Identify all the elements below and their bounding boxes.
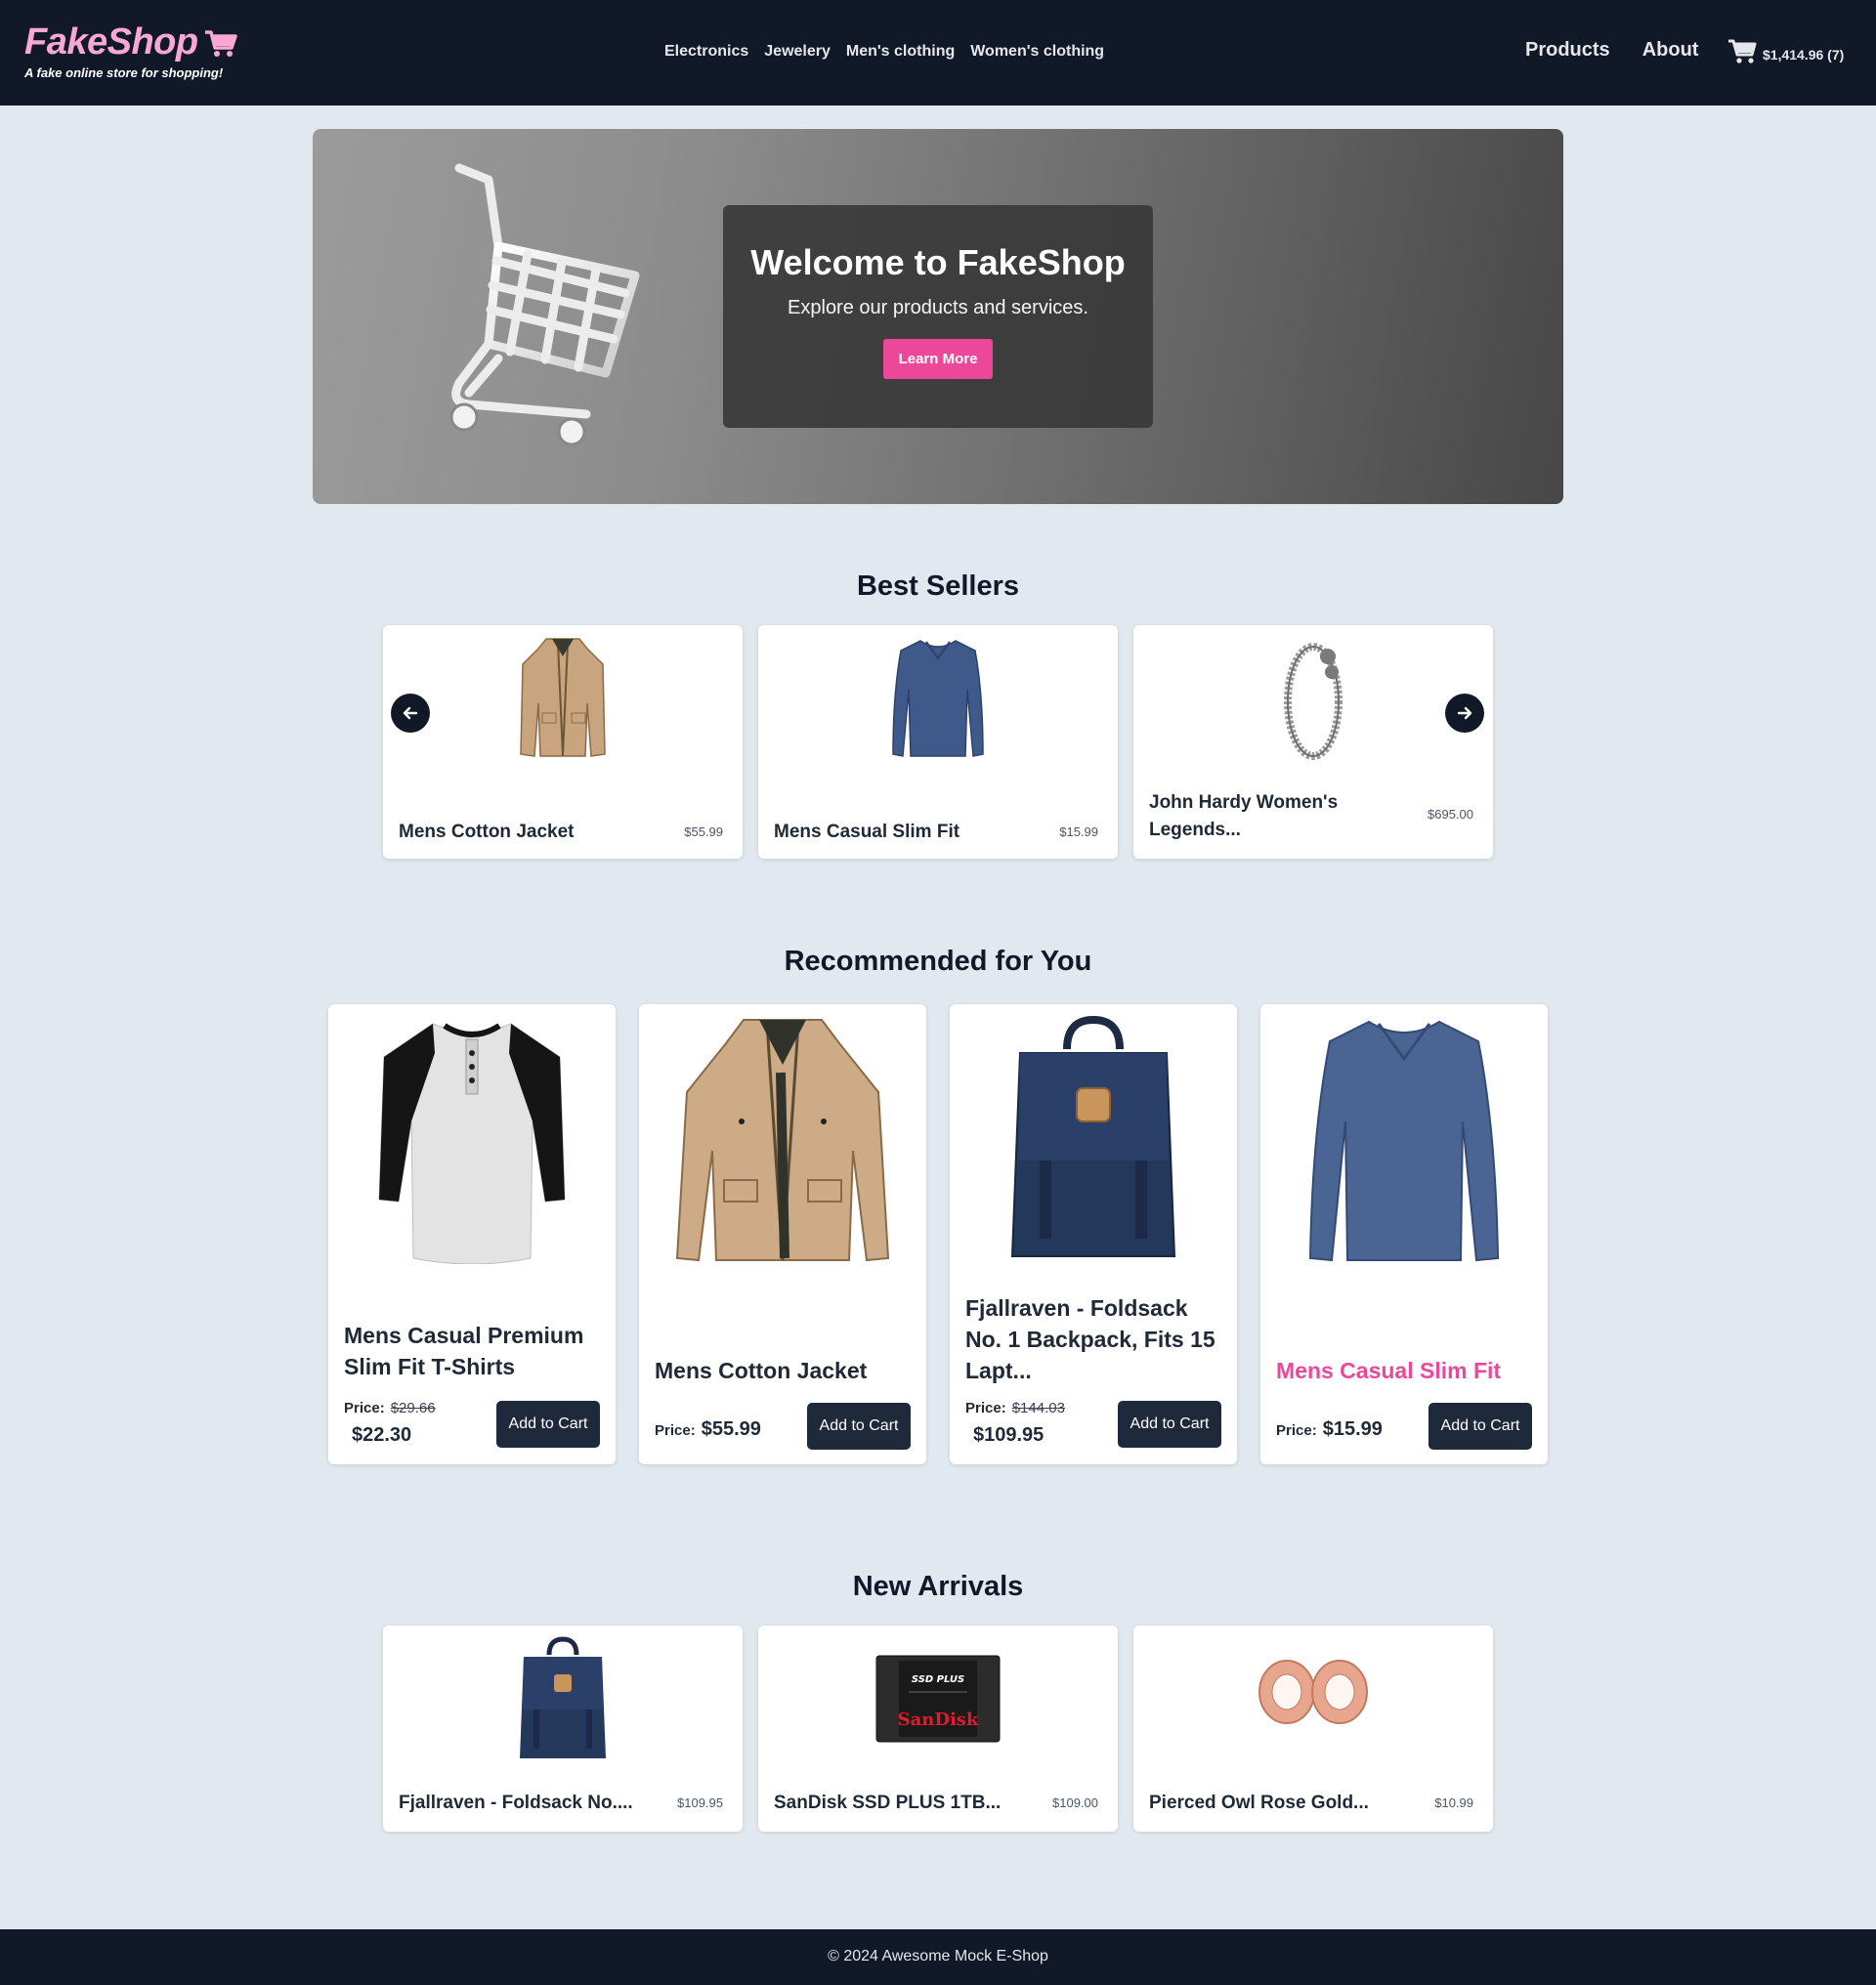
- new-arrivals-heading: New Arrivals: [852, 1571, 1024, 1602]
- original-price: $144.03: [1011, 1400, 1065, 1416]
- price-label: Price:: [655, 1422, 696, 1439]
- jacket-image: [675, 1019, 890, 1262]
- price-label: Price:: [1276, 1422, 1317, 1439]
- product-image: [1133, 635, 1493, 762]
- original-price: $29.66: [390, 1400, 436, 1416]
- nav-category-jewelery[interactable]: Jewelery: [764, 43, 831, 61]
- product-price: $15.99: [1322, 1418, 1383, 1440]
- learn-more-button[interactable]: Learn More: [882, 339, 994, 379]
- cart-icon: [1727, 39, 1757, 69]
- best-seller-card[interactable]: Mens Cotton Jacket $55.99: [383, 625, 743, 859]
- product-image: [1133, 1653, 1493, 1780]
- price-row: Price: $144.03: [965, 1400, 1065, 1416]
- product-price: $15.99: [1059, 824, 1098, 839]
- product-image[interactable]: [328, 1014, 616, 1264]
- nav-category-electronics[interactable]: Electronics: [664, 43, 748, 61]
- product-image: [383, 1635, 743, 1762]
- main-nav: Products About: [1525, 39, 1698, 62]
- nav-about-link[interactable]: About: [1642, 39, 1699, 62]
- product-name[interactable]: Fjallraven - Foldsack No....: [399, 1790, 633, 1817]
- backpack-image: [520, 1636, 606, 1758]
- rose-gold-plugs-image: [1258, 1660, 1368, 1724]
- product-price: $695.00: [1428, 807, 1473, 822]
- sale-price: $109.95: [973, 1424, 1045, 1446]
- raglan-tshirt-image: [378, 1023, 566, 1264]
- shopping-cart-icon: [204, 30, 237, 63]
- product-price: $55.99: [684, 824, 723, 839]
- product-price: $109.00: [1052, 1795, 1098, 1810]
- longsleeve-shirt-image: [1308, 1020, 1500, 1262]
- longsleeve-shirt-image: [892, 640, 984, 757]
- bracelet-image: [1284, 643, 1343, 760]
- ssd-image: SSD PLUS SanDisk: [875, 1655, 1001, 1743]
- hero-title: Welcome to FakeShop: [750, 242, 1126, 282]
- nav-products-link[interactable]: Products: [1525, 39, 1610, 62]
- product-price: $109.95: [677, 1795, 723, 1810]
- product-name[interactable]: Mens Cotton Jacket: [399, 819, 574, 846]
- recommended-card: Mens Casual Slim Fit Price: $15.99 Add to…: [1260, 1004, 1548, 1464]
- hero-banner: Welcome to FakeShop Explore our products…: [313, 129, 1563, 504]
- product-image[interactable]: [1260, 1014, 1548, 1264]
- product-image[interactable]: [639, 1014, 926, 1264]
- price-label: Price:: [965, 1400, 1006, 1416]
- cart-button[interactable]: $1,414.96 (7): [1727, 39, 1844, 69]
- carousel-prev-button[interactable]: [391, 694, 430, 733]
- product-image: [758, 635, 1118, 762]
- price-row: Price: $15.99: [1276, 1418, 1383, 1441]
- product-name[interactable]: Mens Casual Premium Slim Fit T-Shirts: [344, 1320, 600, 1382]
- add-to-cart-button[interactable]: Add to Cart: [496, 1401, 600, 1448]
- nav-category-womens-clothing[interactable]: Women's clothing: [970, 43, 1104, 61]
- product-name[interactable]: Mens Casual Slim Fit: [1276, 1355, 1532, 1386]
- arrow-left-icon: [403, 706, 418, 720]
- product-image: [383, 635, 743, 762]
- footer-copyright: © 2024 Awesome Mock E-Shop: [828, 1948, 1048, 1964]
- new-arrival-card[interactable]: Pierced Owl Rose Gold... $10.99: [1133, 1626, 1493, 1832]
- product-price: $10.99: [1434, 1795, 1473, 1810]
- new-arrival-card[interactable]: Fjallraven - Foldsack No.... $109.95: [383, 1626, 743, 1832]
- best-seller-card[interactable]: John Hardy Women's Legends... $695.00: [1133, 625, 1493, 859]
- best-sellers-heading: Best Sellers: [856, 570, 1020, 602]
- product-name[interactable]: Mens Cotton Jacket: [655, 1355, 911, 1386]
- hero-welcome-panel: Welcome to FakeShop Explore our products…: [723, 205, 1153, 428]
- brand-name: FakeShop: [24, 21, 198, 63]
- ssd-label-brand: SanDisk: [898, 1710, 979, 1730]
- carousel-next-button[interactable]: [1445, 694, 1484, 733]
- add-to-cart-button[interactable]: Add to Cart: [1118, 1401, 1221, 1448]
- nav-category-mens-clothing[interactable]: Men's clothing: [846, 43, 955, 61]
- new-arrival-card[interactable]: SSD PLUS SanDisk SanDisk SSD PLUS 1TB...…: [758, 1626, 1118, 1832]
- brand-tagline: A fake online store for shopping!: [24, 65, 224, 80]
- product-name[interactable]: Pierced Owl Rose Gold...: [1149, 1790, 1369, 1817]
- product-name[interactable]: Fjallraven - Foldsack No. 1 Backpack, Fi…: [965, 1292, 1221, 1386]
- category-nav: Electronics Jewelery Men's clothing Wome…: [664, 43, 1104, 61]
- product-price: $55.99: [701, 1418, 761, 1440]
- ssd-label-top: SSD PLUS: [912, 1674, 964, 1685]
- add-to-cart-button[interactable]: Add to Cart: [1428, 1403, 1532, 1450]
- arrow-right-icon: [1457, 706, 1472, 720]
- hero-subtitle: Explore our products and services.: [788, 297, 1088, 318]
- best-seller-card[interactable]: Mens Casual Slim Fit $15.99: [758, 625, 1118, 859]
- hero-shopping-cart-image: [430, 158, 723, 456]
- price-row: Price: $55.99: [655, 1418, 761, 1441]
- recommended-card: Fjallraven - Foldsack No. 1 Backpack, Fi…: [950, 1004, 1237, 1464]
- product-image: SSD PLUS SanDisk: [758, 1655, 1118, 1782]
- recommended-card: Mens Cotton Jacket Price: $55.99 Add to C…: [639, 1004, 926, 1464]
- add-to-cart-button[interactable]: Add to Cart: [807, 1403, 911, 1450]
- backpack-image: [1010, 1015, 1176, 1257]
- recommended-card: Mens Casual Premium Slim Fit T-Shirts Pr…: [328, 1004, 616, 1464]
- product-image[interactable]: [950, 1014, 1237, 1264]
- footer: © 2024 Awesome Mock E-Shop: [0, 1929, 1876, 1985]
- price-label: Price:: [344, 1400, 385, 1416]
- navbar: FakeShop A fake online store for shoppin…: [0, 0, 1876, 106]
- price-row: Price: $29.66: [344, 1400, 436, 1416]
- jacket-image: [520, 638, 606, 757]
- brand-logo[interactable]: FakeShop A fake online store for shoppin…: [24, 21, 237, 80]
- recommended-heading: Recommended for You: [784, 946, 1092, 977]
- cart-total: $1,414.96 (7): [1763, 46, 1845, 63]
- product-name[interactable]: John Hardy Women's Legends...: [1149, 789, 1364, 844]
- product-name[interactable]: SanDisk SSD PLUS 1TB...: [774, 1790, 1001, 1817]
- sale-price: $22.30: [352, 1424, 412, 1446]
- product-name[interactable]: Mens Casual Slim Fit: [774, 819, 959, 846]
